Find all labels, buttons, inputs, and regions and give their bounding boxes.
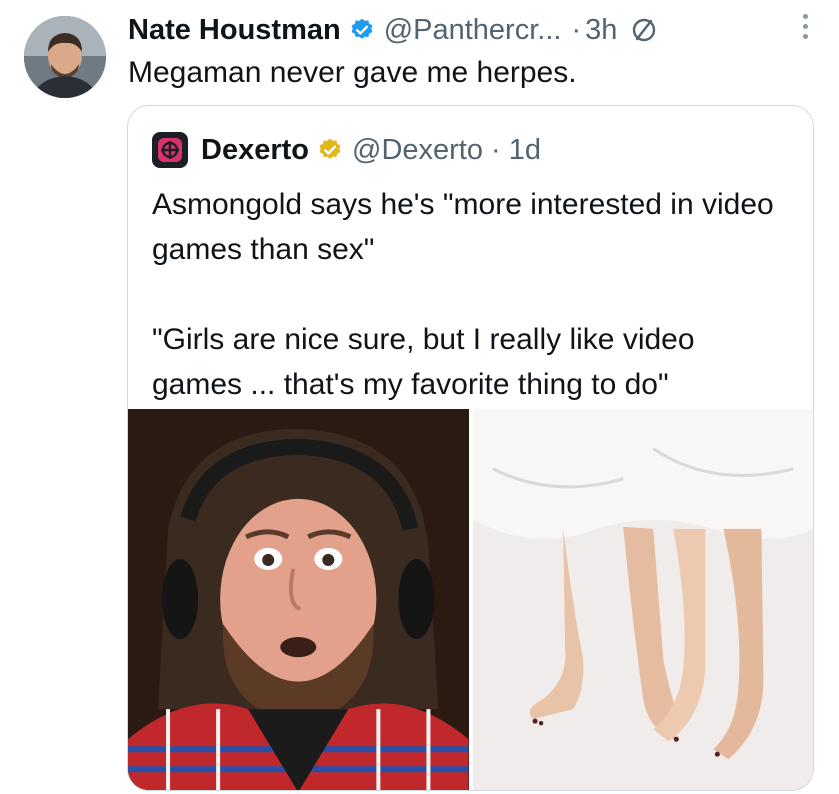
quoted-tweet[interactable]: Dexerto @Dexerto · 1d Asmongold says he'… — [127, 105, 814, 791]
media-photo-streamer[interactable] — [128, 409, 469, 790]
separator-dot: · — [571, 13, 582, 46]
tweet-header: Nate Houstman @Panthercr... · 3h — [128, 10, 828, 50]
tweet-text: Megaman never gave me herpes. — [128, 56, 577, 89]
tweet-timestamp[interactable]: 3h — [585, 14, 617, 47]
no-reply-icon — [631, 17, 657, 43]
author-handle[interactable]: @Panthercr... — [384, 14, 562, 47]
quoted-handle-and-time[interactable]: @Dexerto · 1d — [352, 134, 541, 167]
streamer-photo-illustration — [128, 409, 469, 790]
quoted-paragraph-2: "Girls are nice sure, but I really like … — [152, 323, 695, 401]
media-photo-bed-feet[interactable] — [472, 409, 813, 790]
author-name[interactable]: Nate Houstman — [128, 14, 341, 47]
author-avatar[interactable] — [24, 16, 106, 98]
verified-badge-icon — [349, 17, 375, 43]
quoted-header: Dexerto @Dexerto · 1d — [152, 132, 541, 168]
more-options-icon[interactable] — [803, 14, 808, 39]
quoted-paragraph-1: Asmongold says he's "more interested in … — [152, 188, 774, 266]
quoted-author-name[interactable]: Dexerto — [201, 134, 309, 167]
verified-gold-badge-icon — [317, 137, 343, 163]
quoted-body: Asmongold says he's "more interested in … — [152, 182, 792, 407]
bed-feet-photo-illustration — [472, 409, 813, 790]
author-avatar-image — [24, 16, 106, 98]
media-grid — [128, 409, 813, 790]
dexerto-logo-icon[interactable] — [152, 132, 188, 168]
